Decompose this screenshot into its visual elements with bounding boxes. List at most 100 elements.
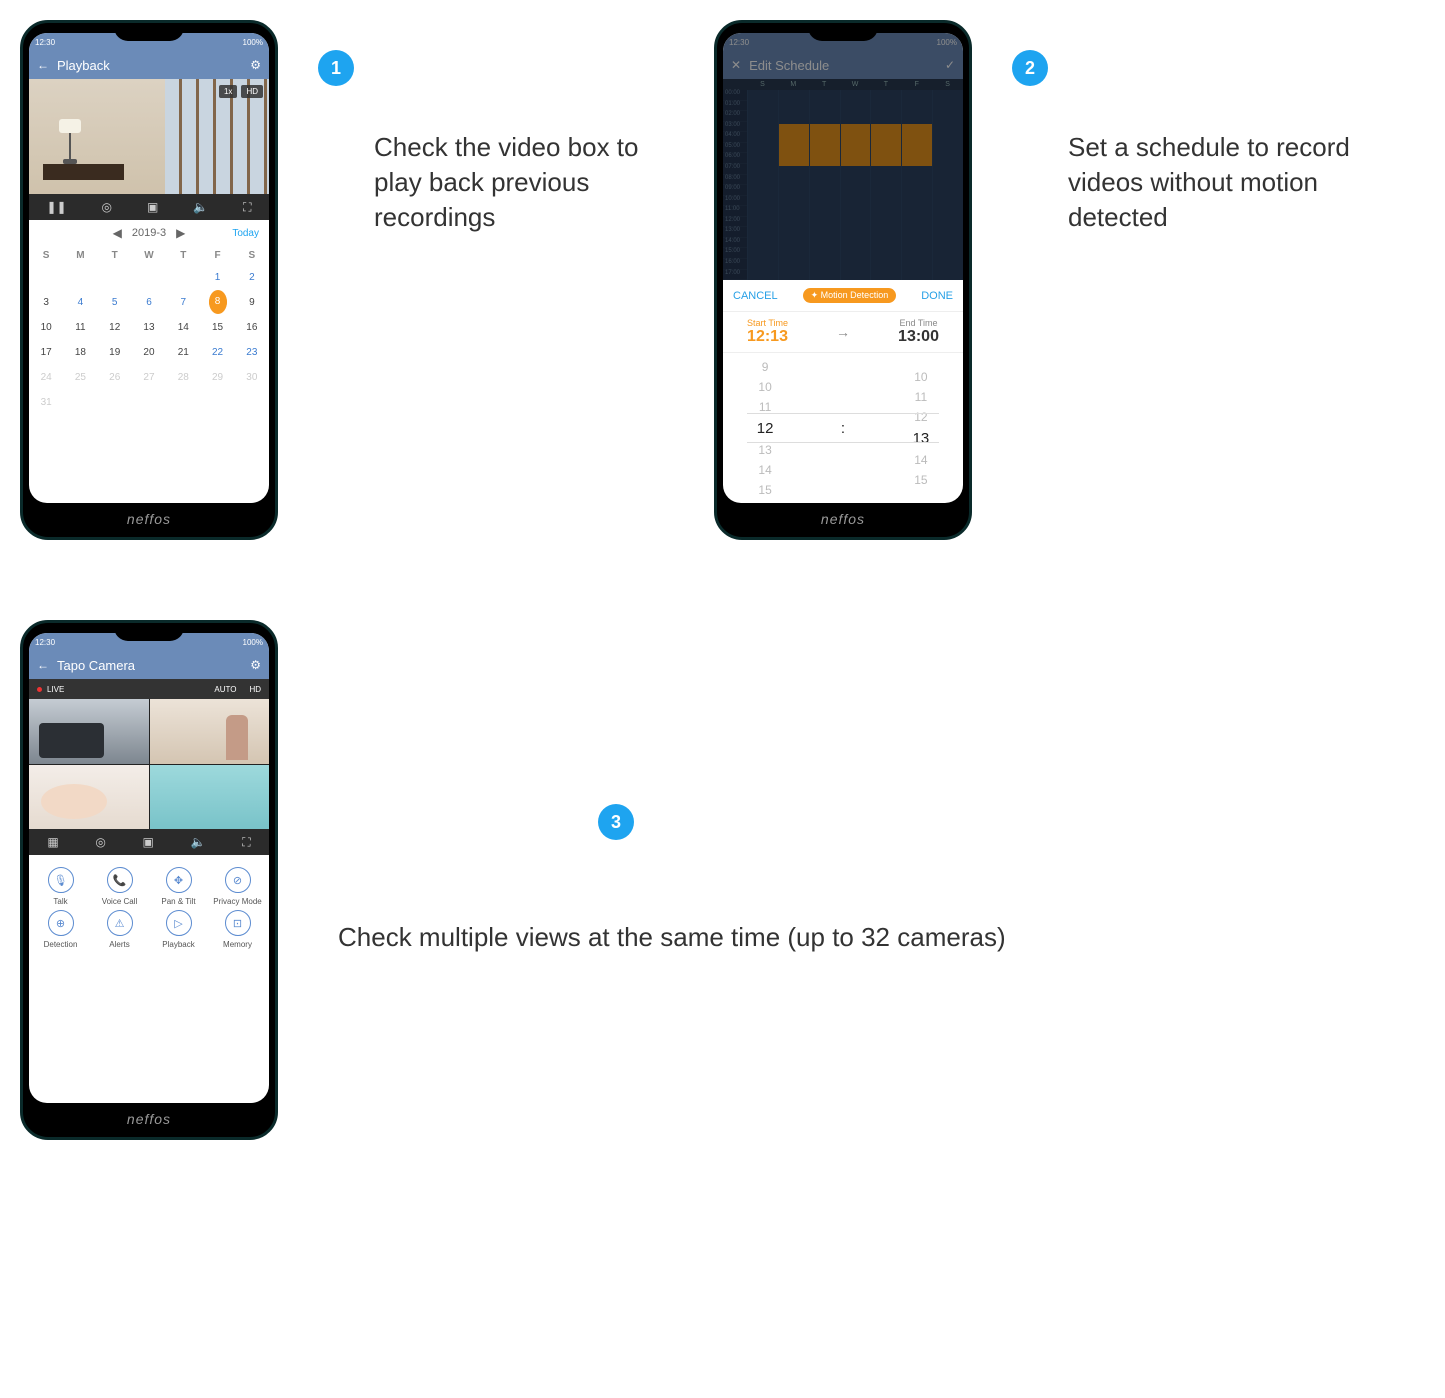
calendar-day[interactable]: 17 [29, 340, 63, 365]
title: Edit Schedule [749, 58, 829, 73]
cancel-button[interactable]: CANCEL [733, 290, 778, 302]
feature-alerts[interactable]: ⚠Alerts [92, 910, 147, 949]
camera-tile[interactable] [150, 699, 270, 764]
calendar-day[interactable]: 12 [98, 315, 132, 340]
calendar-day[interactable]: 2 [235, 265, 269, 290]
phone-brand: neffos [29, 1103, 269, 1131]
calendar-day[interactable]: 25 [63, 365, 97, 390]
auto-badge[interactable]: AUTO [214, 685, 236, 694]
calendar-day[interactable]: 18 [63, 340, 97, 365]
prev-month-icon[interactable]: ◀ [113, 226, 122, 240]
step-badge-3: 3 [598, 804, 634, 840]
phone-schedule: 12:30 100% ✕ Edit Schedule ✓ SMTWTFS 00:… [714, 20, 972, 540]
calendar-day[interactable]: 13 [132, 315, 166, 340]
step-badge-2: 2 [1012, 50, 1048, 86]
calendar-day[interactable]: 7 [166, 290, 200, 315]
calendar-day[interactable]: 1 [200, 265, 234, 290]
calendar-day [29, 265, 63, 290]
motion-chip[interactable]: ✦ Motion Detection [803, 288, 897, 303]
calendar-day[interactable]: 6 [132, 290, 166, 315]
feature-voice-call[interactable]: 📞Voice Call [92, 867, 147, 906]
camera-grid[interactable] [29, 699, 269, 829]
feature-memory[interactable]: ⊡Memory [210, 910, 265, 949]
caption-1: Check the video box to play back previou… [374, 130, 674, 235]
calendar-day [200, 390, 234, 415]
speaker-icon[interactable]: 🔈 [193, 200, 208, 214]
calendar-day[interactable]: 10 [29, 315, 63, 340]
check-icon[interactable]: ✓ [945, 58, 955, 72]
feature-pan-&-tilt[interactable]: ✥Pan & Tilt [151, 867, 206, 906]
start-value[interactable]: 12:13 [747, 328, 788, 346]
player-toolbar: ❚❚ ◎ ▣ 🔈 ⛶ [29, 194, 269, 220]
calendar-day[interactable]: 23 [235, 340, 269, 365]
calendar-day[interactable]: 14 [166, 315, 200, 340]
feature-privacy-mode[interactable]: ⊘Privacy Mode [210, 867, 265, 906]
close-icon[interactable]: ✕ [731, 58, 741, 72]
camera-icon[interactable]: ◎ [95, 835, 105, 849]
schedule-grid[interactable]: 00:0001:0002:0003:0004:0005:0006:0007:00… [723, 90, 963, 280]
pause-icon[interactable]: ❚❚ [46, 200, 66, 214]
hd-badge[interactable]: HD [241, 85, 263, 98]
calendar-day[interactable]: 22 [200, 340, 234, 365]
calendar-day [132, 265, 166, 290]
calendar-day[interactable]: 15 [200, 315, 234, 340]
calendar-day [63, 390, 97, 415]
next-month-icon[interactable]: ▶ [176, 226, 185, 240]
record-icon[interactable]: ▣ [147, 200, 158, 214]
fullscreen-icon[interactable]: ⛶ [242, 835, 250, 850]
calendar-day[interactable]: 27 [132, 365, 166, 390]
calendar-grid[interactable]: SMTWTFS123456789101112131415161718192021… [29, 246, 269, 415]
calendar-day[interactable]: 24 [29, 365, 63, 390]
calendar-day[interactable]: 21 [166, 340, 200, 365]
gear-icon[interactable]: ⚙ [250, 658, 261, 672]
record-icon[interactable]: ▣ [143, 835, 154, 849]
hd-badge[interactable]: HD [249, 685, 261, 694]
calendar-day[interactable]: 11 [63, 315, 97, 340]
speaker-icon[interactable]: 🔈 [191, 835, 206, 849]
grid-icon[interactable]: ▦ [47, 835, 58, 849]
fullscreen-icon[interactable]: ⛶ [243, 200, 251, 215]
caption-2: Set a schedule to record videos without … [1068, 130, 1368, 235]
status-time: 12:30 [35, 38, 55, 47]
calendar-day[interactable]: 19 [98, 340, 132, 365]
today-link[interactable]: Today [232, 228, 259, 239]
video-preview[interactable]: 1x HD [29, 79, 269, 194]
dow-header: T [166, 246, 200, 265]
arrow-icon: → [836, 324, 850, 340]
calendar-day[interactable]: 28 [166, 365, 200, 390]
calendar-nav: ◀ 2019-3 ▶ Today [29, 220, 269, 246]
back-icon[interactable]: ← [37, 658, 49, 672]
camera-tile[interactable] [150, 765, 270, 830]
calendar-day[interactable]: 26 [98, 365, 132, 390]
dow-header: W [132, 246, 166, 265]
done-button[interactable]: DONE [921, 290, 953, 302]
calendar-day[interactable]: 9 [235, 290, 269, 315]
title: Tapo Camera [57, 658, 135, 673]
feature-talk[interactable]: 🎙Talk [33, 867, 88, 906]
calendar-day[interactable]: 30 [235, 365, 269, 390]
calendar-day[interactable]: 31 [29, 390, 63, 415]
calendar-day[interactable]: 29 [200, 365, 234, 390]
camera-icon[interactable]: ◎ [102, 200, 112, 214]
feature-grid: 🎙Talk📞Voice Call✥Pan & Tilt⊘Privacy Mode… [29, 855, 269, 961]
status-time: 12:30 [729, 38, 749, 47]
calendar-day[interactable]: 5 [98, 290, 132, 315]
calendar-day[interactable]: 16 [235, 315, 269, 340]
camera-tile[interactable] [29, 699, 149, 764]
start-label: Start Time [747, 318, 788, 328]
speed-badge[interactable]: 1x [219, 85, 237, 98]
gear-icon[interactable]: ⚙ [250, 58, 261, 72]
calendar-day[interactable]: 8 [209, 290, 227, 314]
end-label: End Time [898, 318, 939, 328]
time-wheel[interactable]: 9101112131415 : 101112131415 [723, 353, 963, 503]
titlebar-camera: ← Tapo Camera ⚙ [29, 651, 269, 679]
back-icon[interactable]: ← [37, 58, 49, 72]
feature-detection[interactable]: ⊕Detection [33, 910, 88, 949]
camera-tile[interactable] [29, 765, 149, 830]
feature-playback[interactable]: ▷Playback [151, 910, 206, 949]
end-value[interactable]: 13:00 [898, 328, 939, 346]
live-bar: LIVE AUTO HD [29, 679, 269, 699]
calendar-day[interactable]: 20 [132, 340, 166, 365]
calendar-day[interactable]: 3 [29, 290, 63, 315]
calendar-day[interactable]: 4 [63, 290, 97, 315]
